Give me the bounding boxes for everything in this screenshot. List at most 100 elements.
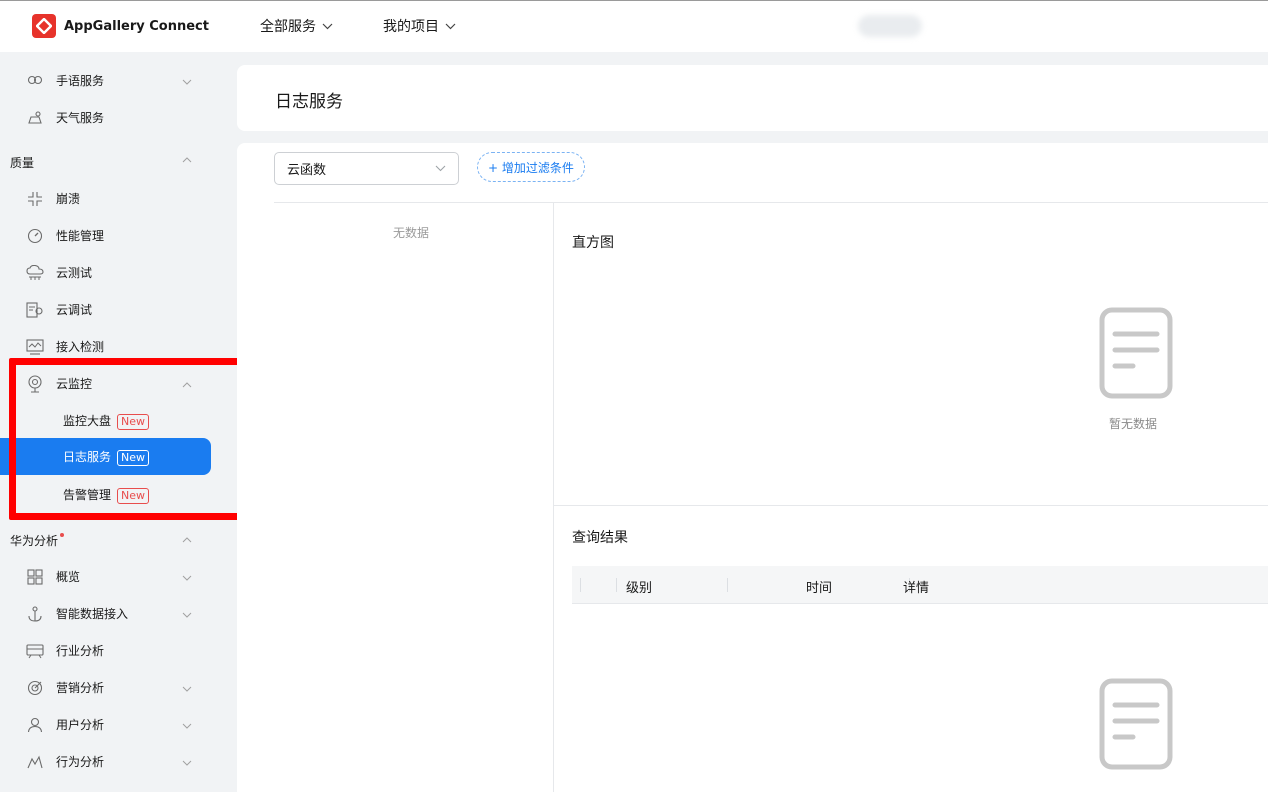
nav-my-projects[interactable]: 我的项目	[383, 16, 456, 36]
function-list-empty: 无数据	[393, 226, 430, 240]
sidebar-item-label: 天气服务	[56, 111, 105, 125]
empty-document-icon	[1099, 678, 1173, 774]
behavior-icon	[26, 753, 44, 771]
subitem-label-wrap: 告警管理 New	[63, 486, 150, 504]
sidebar-item-label: 崩溃	[56, 192, 81, 206]
crash-icon	[26, 190, 44, 208]
page-header: 日志服务	[237, 65, 1268, 131]
sign-language-icon	[26, 72, 44, 90]
sidebar-subitem-monitor-dashboard[interactable]: 监控大盘 New	[0, 402, 211, 439]
divider	[274, 202, 1268, 203]
chevron-down-icon	[445, 18, 456, 34]
chevron-down-icon	[182, 74, 192, 88]
add-filter-button[interactable]: + 增加过滤条件	[477, 152, 585, 182]
select-value: 云函数	[287, 163, 327, 178]
chevron-down-icon	[182, 755, 192, 769]
new-badge: New	[117, 487, 150, 504]
sidebar-item-access-check[interactable]: 接入检测	[0, 328, 236, 365]
user-icon	[26, 716, 44, 734]
cloud-test-icon	[26, 264, 44, 282]
weather-icon	[26, 109, 44, 127]
sidebar-item-crash[interactable]: 崩溃	[0, 180, 236, 217]
sidebar-subitem-alert-management[interactable]: 告警管理 New	[0, 476, 211, 513]
function-type-select[interactable]: 云函数	[274, 152, 459, 185]
sidebar-item-label: 云调试	[56, 303, 93, 317]
nav-all-services[interactable]: 全部服务	[260, 16, 333, 36]
empty-document-icon	[1099, 307, 1173, 403]
divider	[553, 505, 1268, 506]
sidebar-item-cloud-test[interactable]: 云测试	[0, 254, 236, 291]
log-service-panel: 云函数 + 增加过滤条件 无数据 直方图 暂无数据 查询结果 级别 时间 详情	[237, 143, 1268, 792]
nav-all-services-label: 全部服务	[260, 19, 316, 35]
new-badge: New	[117, 449, 150, 466]
group-label: 质量	[10, 156, 35, 170]
sidebar-item-marketing[interactable]: 营销分析	[0, 669, 236, 706]
sidebar-item-overview[interactable]: 概览	[0, 558, 236, 595]
sidebar-item-performance[interactable]: 性能管理	[0, 217, 236, 254]
sidebar-item-label: 概览	[56, 570, 81, 584]
sidebar-item-sign-language[interactable]: 手语服务	[0, 62, 236, 99]
cloud-monitor-icon	[26, 374, 44, 393]
subitem-label-wrap: 日志服务 New	[63, 448, 150, 466]
chevron-up-icon[interactable]	[182, 532, 192, 547]
gauge-icon	[26, 227, 44, 245]
sidebar-subitem-label: 监控大盘	[63, 413, 112, 428]
sidebar-item-weather[interactable]: 天气服务	[0, 99, 236, 136]
column-header-details[interactable]: 详情	[903, 577, 929, 596]
sidebar-item-label: 营销分析	[56, 681, 105, 695]
sidebar-group-analytics[interactable]: 华为分析	[10, 532, 65, 549]
appgallery-logo-icon	[32, 14, 56, 38]
vertical-divider	[553, 202, 554, 792]
sidebar-item-label: 智能数据接入	[56, 607, 129, 621]
sidebar-item-label: 云监控	[56, 377, 93, 391]
sidebar-item-industry[interactable]: 行业分析	[0, 632, 236, 669]
sidebar-item-behavior-analysis[interactable]: 行为分析	[0, 743, 236, 780]
sidebar-item-label: 云测试	[56, 266, 93, 280]
sidebar-item-label: 手语服务	[56, 74, 105, 88]
column-header-time[interactable]: 时间	[806, 577, 832, 596]
page-title: 日志服务	[275, 92, 343, 112]
sidebar-item-label: 行业分析	[56, 644, 105, 658]
chevron-down-icon	[182, 681, 192, 695]
column-separator	[727, 578, 728, 592]
histogram-empty-text: 暂无数据	[1109, 417, 1158, 431]
add-filter-label: + 增加过滤条件	[488, 160, 574, 175]
chevron-down-icon	[322, 18, 333, 34]
sidebar-item-cloud-monitor[interactable]: 云监控	[0, 365, 236, 402]
group-label: 华为分析	[10, 534, 59, 548]
sidebar-item-cloud-debug[interactable]: 云调试	[0, 291, 236, 328]
marketing-icon	[26, 679, 44, 697]
column-separator	[580, 578, 581, 592]
chevron-down-icon	[182, 570, 192, 584]
column-header-level[interactable]: 级别	[626, 577, 652, 596]
industry-icon	[26, 642, 44, 660]
user-account-blurred[interactable]	[858, 15, 922, 37]
notification-dot	[60, 532, 65, 537]
sidebar-group-quality[interactable]: 质量	[10, 154, 34, 171]
sidebar-item-label: 行为分析	[56, 755, 105, 769]
nav-my-projects-label: 我的项目	[383, 19, 439, 35]
results-title: 查询结果	[572, 530, 628, 546]
top-bar: AppGallery Connect 全部服务 我的项目	[0, 0, 1268, 52]
chevron-down-icon	[182, 718, 192, 732]
app-name: AppGallery Connect	[64, 18, 209, 34]
new-badge: New	[117, 413, 150, 430]
chevron-up-icon	[182, 377, 192, 391]
sidebar-item-label: 接入检测	[56, 340, 105, 354]
chevron-down-icon	[435, 161, 446, 176]
chevron-down-icon	[182, 607, 192, 621]
sidebar-item-label: 性能管理	[56, 229, 105, 243]
sidebar-item-user-analysis[interactable]: 用户分析	[0, 706, 236, 743]
histogram-title: 直方图	[572, 235, 614, 251]
sidebar-subitem-label: 告警管理	[63, 487, 112, 502]
sidebar-item-data-access[interactable]: 智能数据接入	[0, 595, 236, 632]
subitem-label-wrap: 监控大盘 New	[63, 412, 150, 430]
chevron-up-icon[interactable]	[182, 152, 192, 167]
sidebar-item-label: 用户分析	[56, 718, 105, 732]
brand[interactable]: AppGallery Connect	[32, 14, 209, 38]
sidebar-subitem-label: 日志服务	[63, 449, 112, 464]
sidebar: 手语服务 天气服务 质量 崩溃 性能管理 云测试 云调试 接入检测 云监控 监控…	[0, 52, 236, 792]
results-table-header: 级别 时间 详情	[572, 566, 1268, 604]
sidebar-subitem-log-service[interactable]: 日志服务 New	[0, 438, 211, 475]
column-separator	[616, 578, 617, 592]
